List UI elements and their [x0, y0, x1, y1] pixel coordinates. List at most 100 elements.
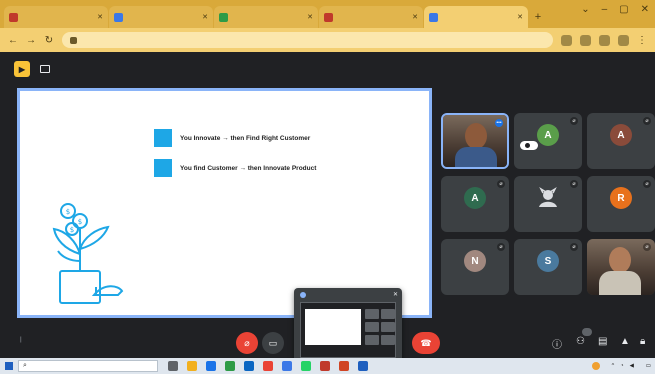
reload-icon[interactable]: ↻ — [44, 35, 54, 46]
taskbar-search[interactable]: ⌕ — [18, 360, 158, 372]
edge-icon[interactable] — [206, 361, 216, 371]
close-icon[interactable]: ✕ — [412, 13, 418, 21]
people-icon[interactable]: ⚇ — [576, 336, 585, 347]
weather-icon[interactable] — [591, 362, 600, 370]
favicon-icon — [219, 12, 228, 22]
word-icon[interactable] — [282, 361, 292, 371]
leave-call-button[interactable]: ☎ — [412, 332, 440, 354]
speaking-indicator-icon: ••• — [495, 119, 503, 127]
store-icon[interactable] — [225, 361, 235, 371]
chrome-icon[interactable] — [263, 361, 273, 371]
os-taskbar: ⌕ ^ ◔ ◀ ▭ — [0, 358, 655, 374]
thumbnail-tile — [381, 309, 395, 319]
participant-tile[interactable]: A ⌀ — [441, 176, 509, 232]
participant-tile[interactable]: A ⌀ — [514, 113, 582, 169]
close-icon[interactable]: ✕ — [641, 4, 649, 15]
preview-thumbnail — [300, 302, 396, 358]
participant-tile[interactable]: ⌀ — [514, 176, 582, 232]
pinned-name-chip — [520, 141, 538, 150]
thumbnail-tile — [381, 322, 395, 332]
file-explorer-icon[interactable] — [187, 361, 197, 371]
mic-off-icon: ⌀ — [244, 337, 250, 348]
participant-tile[interactable]: R ⌀ — [587, 176, 655, 232]
avatar: S — [537, 250, 559, 273]
close-icon[interactable]: ✕ — [393, 291, 398, 298]
mic-off-icon: ⌀ — [643, 243, 651, 251]
browser-tab[interactable]: ✕ — [4, 6, 108, 28]
bookmark-icon[interactable] — [580, 34, 591, 46]
whatsapp-icon[interactable] — [301, 361, 311, 371]
close-icon[interactable]: ✕ — [97, 13, 103, 21]
browser-tab[interactable]: ✕ — [109, 6, 213, 28]
app-icon[interactable] — [358, 361, 368, 371]
thumbnail-tile — [365, 335, 379, 345]
participant-tile[interactable]: A ⌀ — [587, 113, 655, 169]
camera-icon: ▭ — [268, 337, 278, 348]
browser-tab[interactable]: ✕ — [214, 6, 318, 28]
chevron-up-icon[interactable]: ^ — [612, 363, 615, 369]
svg-text:$: $ — [70, 226, 74, 234]
profile-icon[interactable] — [618, 34, 629, 46]
participant-tile[interactable]: ⌀ — [587, 239, 655, 295]
close-icon[interactable]: ✕ — [202, 13, 208, 21]
extensions-icon[interactable] — [599, 34, 610, 46]
windows-logo-icon — [5, 362, 13, 370]
participant-tile[interactable]: S ⌀ — [514, 239, 582, 295]
phone-hangup-icon: ☎ — [420, 337, 432, 348]
activities-icon[interactable]: ▲ — [620, 336, 630, 347]
notifications-icon[interactable]: ▭ — [646, 363, 651, 369]
address-bar-row: ← → ↻ ⋮ — [0, 28, 655, 52]
system-tray: ^ ◔ ◀ ▭ — [591, 358, 651, 374]
lock-icon[interactable]: 🔒︎ — [640, 336, 645, 347]
browser-tab-strip: ✕ ✕ ✕ ✕ ✕ + ⌄ – ▢ ✕ — [0, 0, 655, 28]
camera-permission-icon[interactable] — [561, 34, 572, 46]
thumbnail-tile — [365, 309, 379, 319]
powerpoint-icon[interactable] — [339, 361, 349, 371]
camera-toggle-button[interactable]: ▭ — [262, 332, 284, 354]
minimize-icon[interactable]: – — [602, 4, 608, 15]
svg-text:$: $ — [78, 218, 82, 226]
mail-icon[interactable] — [244, 361, 254, 371]
slide-bullet: You find Customer → then Innovate Produc… — [154, 159, 316, 177]
taskbar-window-preview[interactable]: ✕ — [294, 288, 402, 362]
avatar: A — [537, 124, 559, 147]
favicon-icon — [114, 12, 123, 22]
favicon-icon — [324, 12, 333, 22]
pin-icon — [525, 143, 530, 148]
url-field[interactable] — [62, 32, 553, 48]
forward-icon[interactable]: → — [26, 35, 36, 46]
chevron-down-icon[interactable]: ⌄ — [581, 4, 589, 15]
close-icon[interactable]: ✕ — [517, 13, 523, 21]
mic-toggle-button[interactable]: ⌀ — [236, 332, 258, 354]
favicon-icon — [9, 12, 18, 22]
new-tab-icon[interactable]: + — [529, 6, 547, 28]
avatar: N — [464, 250, 486, 273]
app-icon[interactable] — [320, 361, 330, 371]
participant-tile[interactable]: N ⌀ — [441, 239, 509, 295]
menu-icon[interactable]: ⋮ — [637, 35, 647, 46]
start-button[interactable] — [0, 362, 18, 370]
participant-face — [465, 123, 487, 149]
task-view-icon[interactable] — [168, 361, 178, 371]
maximize-icon[interactable]: ▢ — [619, 4, 628, 15]
presenting-indicator — [40, 65, 56, 73]
volume-icon[interactable]: ◀ — [630, 363, 634, 369]
avatar: R — [610, 187, 632, 210]
back-icon[interactable]: ← — [8, 35, 18, 46]
browser-tab[interactable]: ✕ — [319, 6, 423, 28]
meet-logo: ▶ — [14, 61, 30, 77]
info-icon[interactable]: ⓘ — [552, 336, 562, 351]
network-icon[interactable]: ◔ — [620, 363, 623, 369]
meeting-header: ▶ — [0, 52, 655, 86]
present-screen-icon — [40, 65, 50, 73]
mic-off-icon: ⌀ — [497, 180, 505, 188]
thumbnail-tile — [381, 335, 395, 345]
browser-tab-active[interactable]: ✕ — [424, 6, 528, 28]
close-icon[interactable]: ✕ — [307, 13, 313, 21]
participant-shirt — [599, 271, 641, 295]
slide-bullet-text: You find Customer → then Innovate Produc… — [180, 164, 317, 172]
chat-icon[interactable]: ▤ — [598, 336, 607, 347]
mic-off-icon: ⌀ — [497, 243, 505, 251]
people-count-badge — [582, 328, 592, 336]
participant-tile[interactable]: ••• — [441, 113, 509, 169]
